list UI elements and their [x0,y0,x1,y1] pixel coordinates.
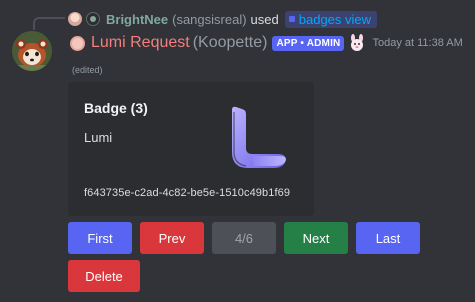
timestamp[interactable]: Today at 11:38 AM [372,37,462,49]
embed-description: Lumi [84,130,113,145]
next-page-button[interactable]: Next [284,222,348,254]
app-admin-badge: APP • ADMIN [272,35,345,51]
page-indicator-button: 4/6 [212,222,276,254]
red-panda-avatar-icon [12,31,52,71]
first-page-button[interactable]: First [68,222,132,254]
avatar[interactable] [12,31,52,71]
delete-button[interactable]: Delete [68,260,140,292]
embed-card: Badge (3) Lumi f643735e-c2ad-4c82-be5e-1… [68,82,314,216]
role-icon [70,35,85,51]
lumi-logo-icon[interactable] [228,104,290,170]
chat-message: BrightNee (sangsisreal) used badges view… [0,0,475,302]
embed-footer: f643735e-c2ad-4c82-be5e-1510c49b1f69 [84,187,291,199]
embed-title: Badge (3) [84,100,148,116]
reply-avatar[interactable] [68,12,82,26]
reply-role-icon [86,12,100,26]
reply-connector [33,17,65,30]
reply-username[interactable]: BrightNee [106,12,168,27]
reply-used-text: used [250,11,279,27]
last-page-button[interactable]: Last [356,222,420,254]
edited-label: (edited) [72,65,103,75]
prev-page-button[interactable]: Prev [140,222,204,254]
reply-context[interactable]: BrightNee (sangsisreal) used badges view [68,10,378,28]
bunny-decoration-icon [348,34,366,52]
message-header: Lumi Request (Koopette) APP • ADMIN Toda… [70,33,463,53]
username[interactable]: Lumi Request [91,34,190,52]
usertag: (Koopette) [192,34,268,51]
reply-usertag: (sangsisreal) [172,11,247,27]
command-mention[interactable]: badges view [284,10,378,28]
